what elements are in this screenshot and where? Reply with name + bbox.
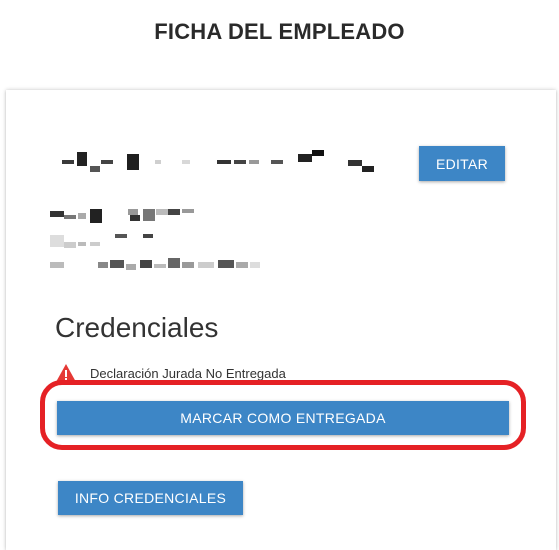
delivery-warning: Declaración Jurada No Entregada — [55, 363, 286, 383]
edit-button[interactable]: EDITAR — [419, 146, 505, 181]
warning-triangle-icon — [55, 363, 77, 383]
mark-delivered-button[interactable]: MARCAR COMO ENTREGADA — [57, 401, 509, 435]
warning-text: Declaración Jurada No Entregada — [90, 365, 286, 381]
employee-card: EDITAR Credenciales Declaración Jurada N… — [6, 90, 556, 550]
credentials-info-button[interactable]: INFO CREDENCIALES — [58, 481, 243, 515]
credentials-section-title: Credenciales — [55, 312, 219, 343]
page-title: FICHA DEL EMPLEADO — [154, 19, 405, 44]
